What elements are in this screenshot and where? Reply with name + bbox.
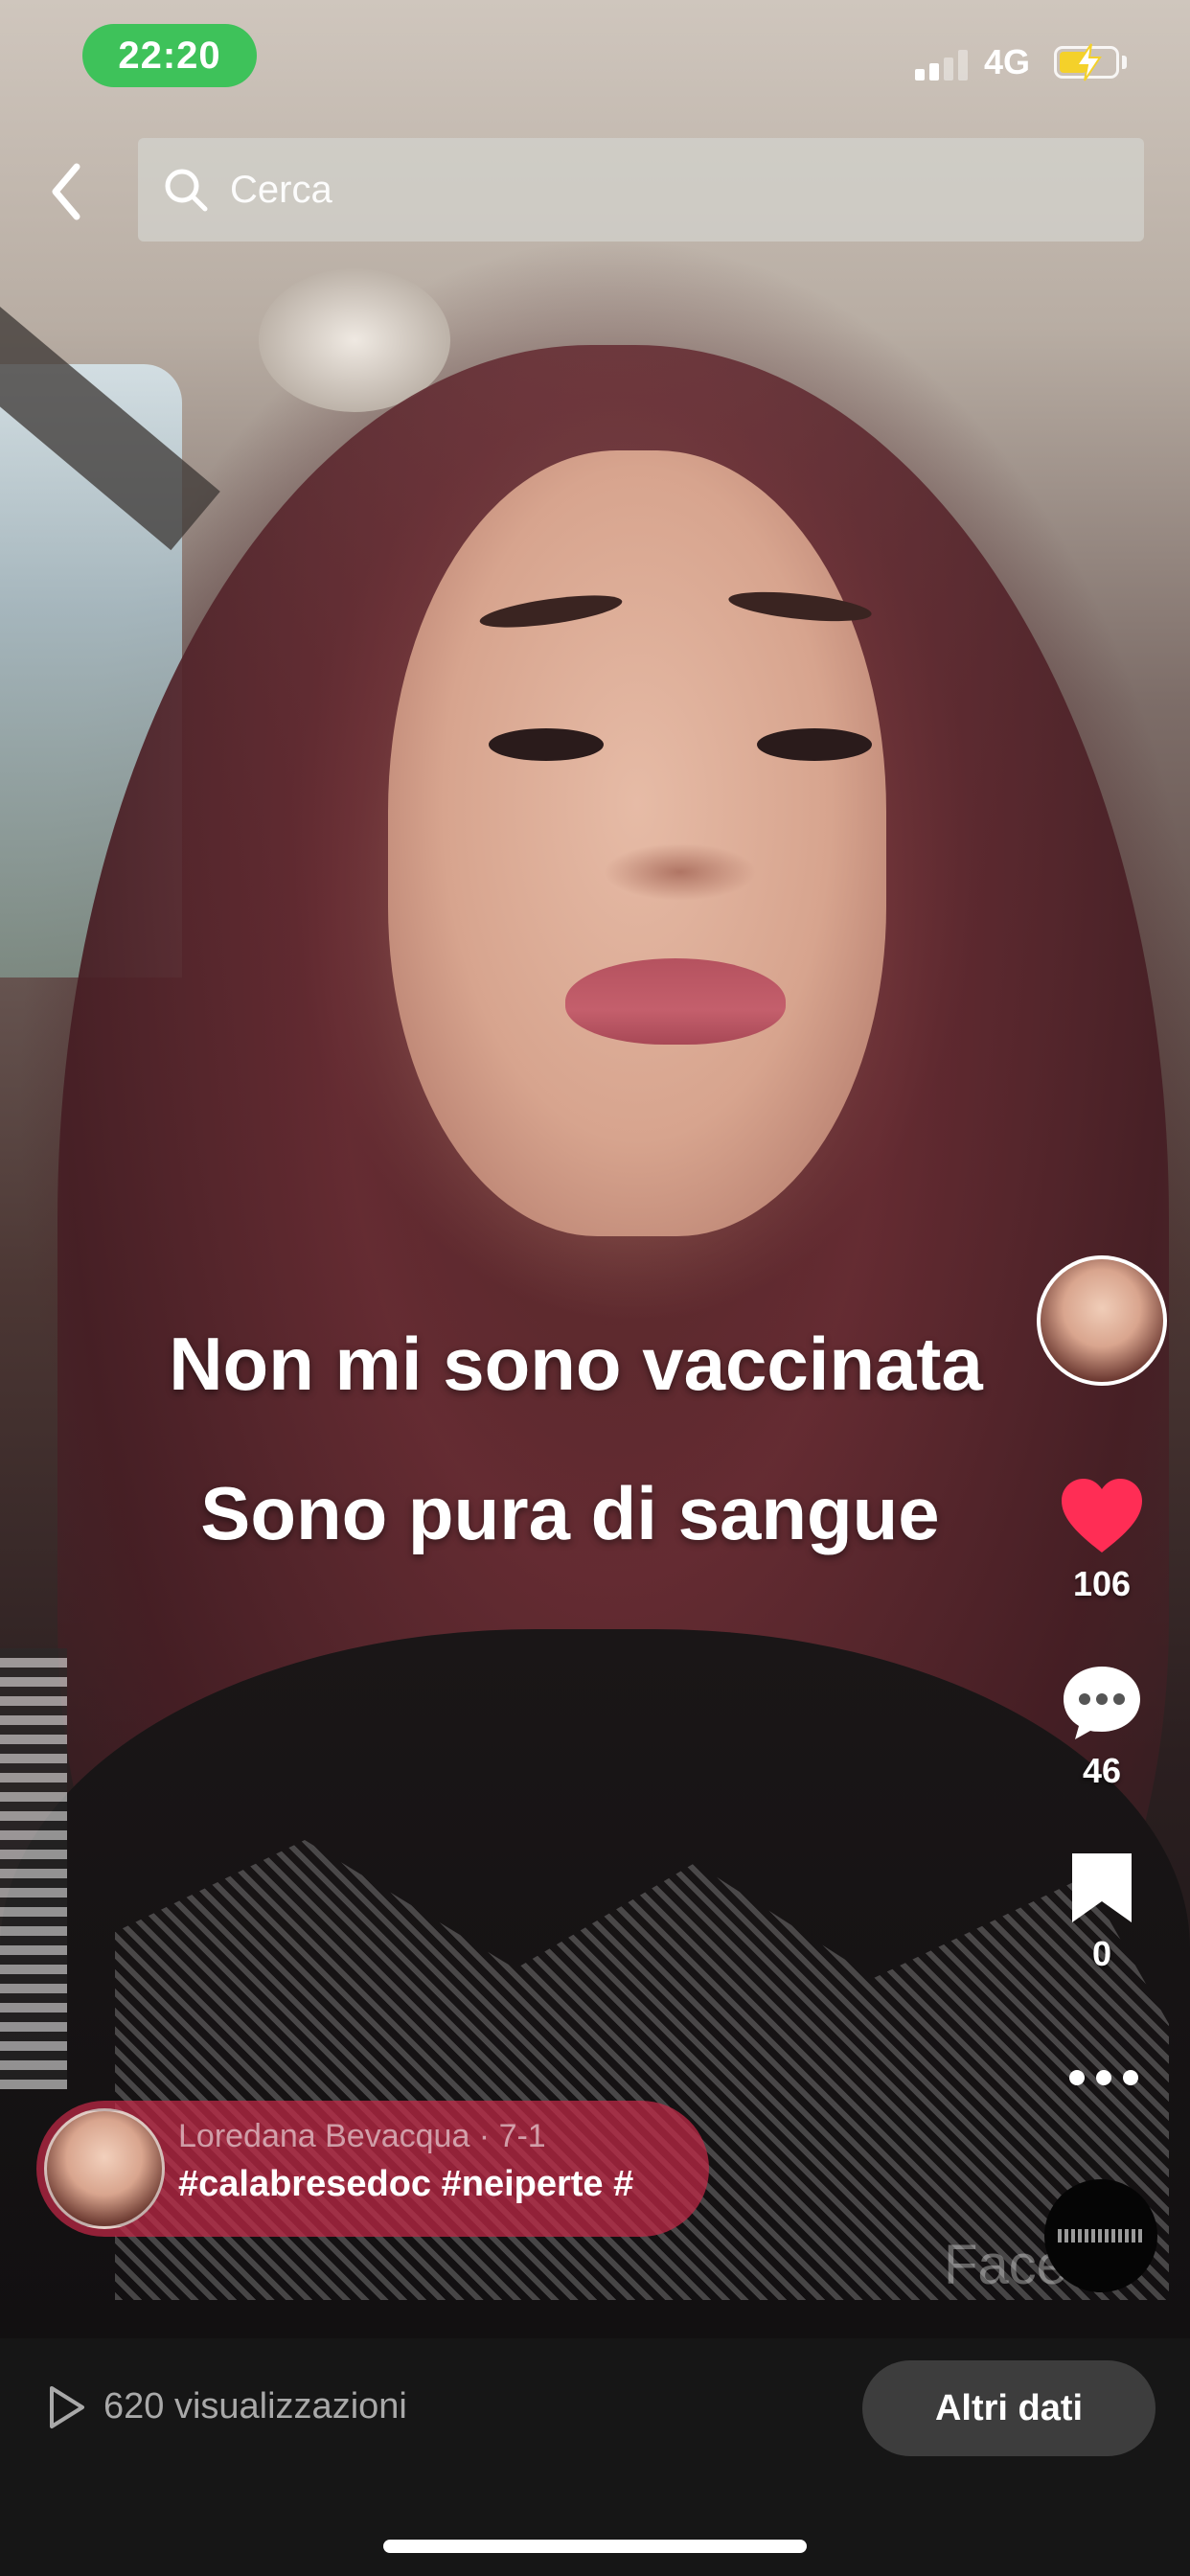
left-eye <box>489 728 604 761</box>
back-button[interactable] <box>38 153 96 230</box>
music-disc[interactable] <box>1044 2179 1157 2292</box>
more-horizontal-icon[interactable] <box>1065 2060 1142 2095</box>
bookmark-icon <box>1072 1853 1132 1922</box>
author-avatar[interactable] <box>44 2108 165 2229</box>
signal-icon <box>915 50 971 80</box>
comment-button[interactable]: 46 <box>1035 1663 1169 1791</box>
save-button[interactable]: 0 <box>1035 1850 1169 1974</box>
like-button[interactable]: 106 <box>1035 1476 1169 1604</box>
face <box>388 450 886 1236</box>
comment-count: 46 <box>1082 1751 1122 1790</box>
caption-line-1: Non mi sono vaccinata <box>169 1322 983 1406</box>
right-eye <box>757 728 872 761</box>
video-player[interactable] <box>0 0 1190 2338</box>
author-info-pill[interactable]: Loredana Bevacqua · 7-1 #calabresedoc #n… <box>36 2101 709 2237</box>
save-count: 0 <box>1091 1934 1112 1973</box>
battery-tip <box>1122 56 1127 69</box>
plaid-sleeve <box>0 1648 67 2089</box>
hashtags[interactable]: #calabresedoc #neiperte # <box>178 2164 633 2205</box>
caption-line-2: Sono pura di sangue <box>200 1471 940 1555</box>
network-type: 4G <box>984 42 1031 81</box>
view-count: 620 visualizzazioni <box>103 2386 407 2426</box>
search-input[interactable] <box>230 138 1111 242</box>
creator-avatar[interactable] <box>1037 1255 1167 1386</box>
status-time: 22:20 <box>82 24 257 87</box>
nose <box>604 843 757 901</box>
search-icon <box>165 169 208 212</box>
chevron-left-icon <box>52 163 80 220</box>
music-disc-label <box>1058 2229 1144 2242</box>
comment-bubble-icon <box>1064 1667 1140 1739</box>
more-data-button[interactable]: Altri dati <box>862 2360 1156 2456</box>
play-outline-icon <box>50 2386 84 2428</box>
tiktok-video-screen: 22:20 4G Non mi sono vaccinata Sono pura… <box>0 0 1190 2576</box>
author-name: Loredana Bevacqua · 7-1 <box>178 2118 546 2154</box>
lips <box>565 958 786 1045</box>
charging-bolt-icon <box>1075 43 1102 81</box>
home-indicator[interactable] <box>383 2540 807 2553</box>
search-bar[interactable] <box>138 138 1144 242</box>
heart-icon <box>1062 1479 1142 1552</box>
status-bar: 22:20 4G <box>0 0 1190 115</box>
like-count: 106 <box>1072 1564 1132 1603</box>
